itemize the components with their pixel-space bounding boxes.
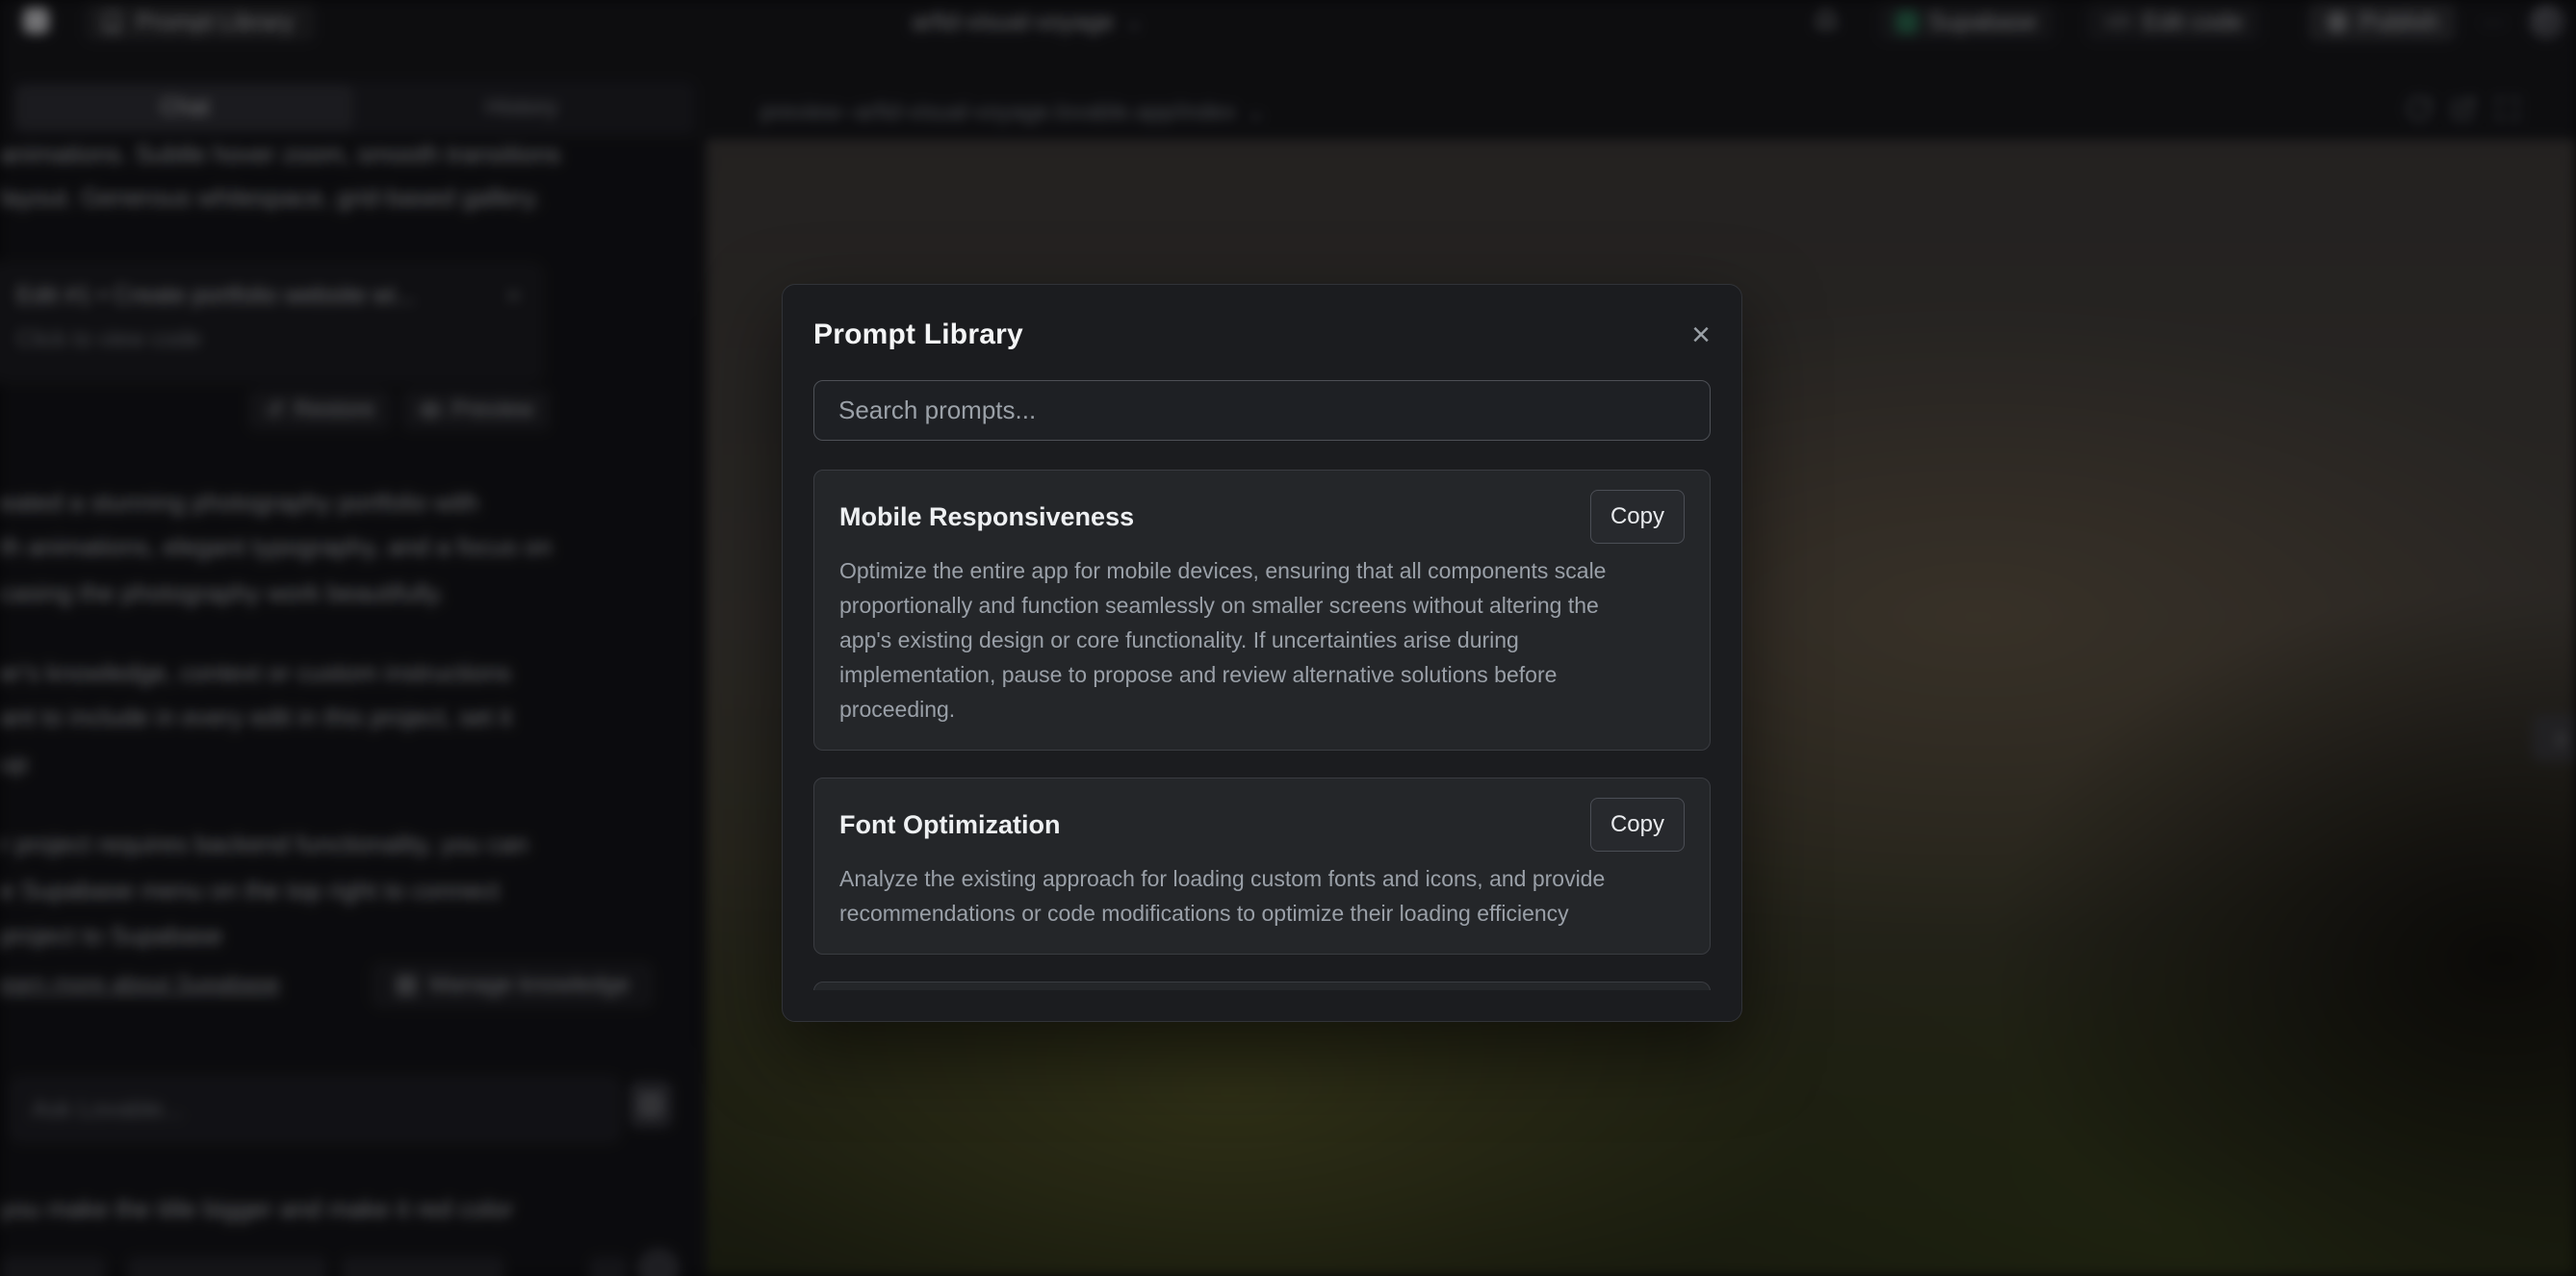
prompt-body-line: implementation, pause to propose and rev… [839, 657, 1685, 692]
prompt-title: Mobile Responsiveness [839, 502, 1134, 532]
prompt-body: Optimize the entire app for mobile devic… [839, 553, 1685, 727]
prompt-card-font-optimization: Font Optimization Copy Analyze the exist… [813, 778, 1711, 955]
prompt-body-line: Optimize the entire app for mobile devic… [839, 553, 1685, 588]
prompt-list: Mobile Responsiveness Copy Optimize the … [813, 470, 1711, 990]
prompt-body-line: app's existing design or core functional… [839, 623, 1685, 657]
prompt-body: Analyze the existing approach for loadin… [839, 861, 1685, 931]
prompt-body-line: proportionally and function seamlessly o… [839, 588, 1685, 623]
prompt-body-line: Analyze the existing approach for loadin… [839, 861, 1685, 896]
prompt-body-line: recommendations or code modifications to… [839, 896, 1685, 931]
prompt-card-clipped [813, 982, 1711, 990]
prompt-body-line: proceeding. [839, 692, 1685, 727]
copy-button[interactable]: Copy [1590, 490, 1685, 544]
close-icon[interactable]: × [1691, 319, 1711, 351]
modal-title: Prompt Library [813, 319, 1023, 351]
copy-button[interactable]: Copy [1590, 798, 1685, 852]
prompt-search-input[interactable] [813, 380, 1711, 442]
app-window: Prompt Library arfid-visual-voyage ⌄ Sup… [0, 0, 2576, 1276]
prompt-library-modal: Prompt Library × Mobile Responsiveness C… [782, 284, 1742, 1022]
prompt-card-mobile-responsiveness: Mobile Responsiveness Copy Optimize the … [813, 470, 1711, 751]
prompt-title: Font Optimization [839, 810, 1060, 840]
